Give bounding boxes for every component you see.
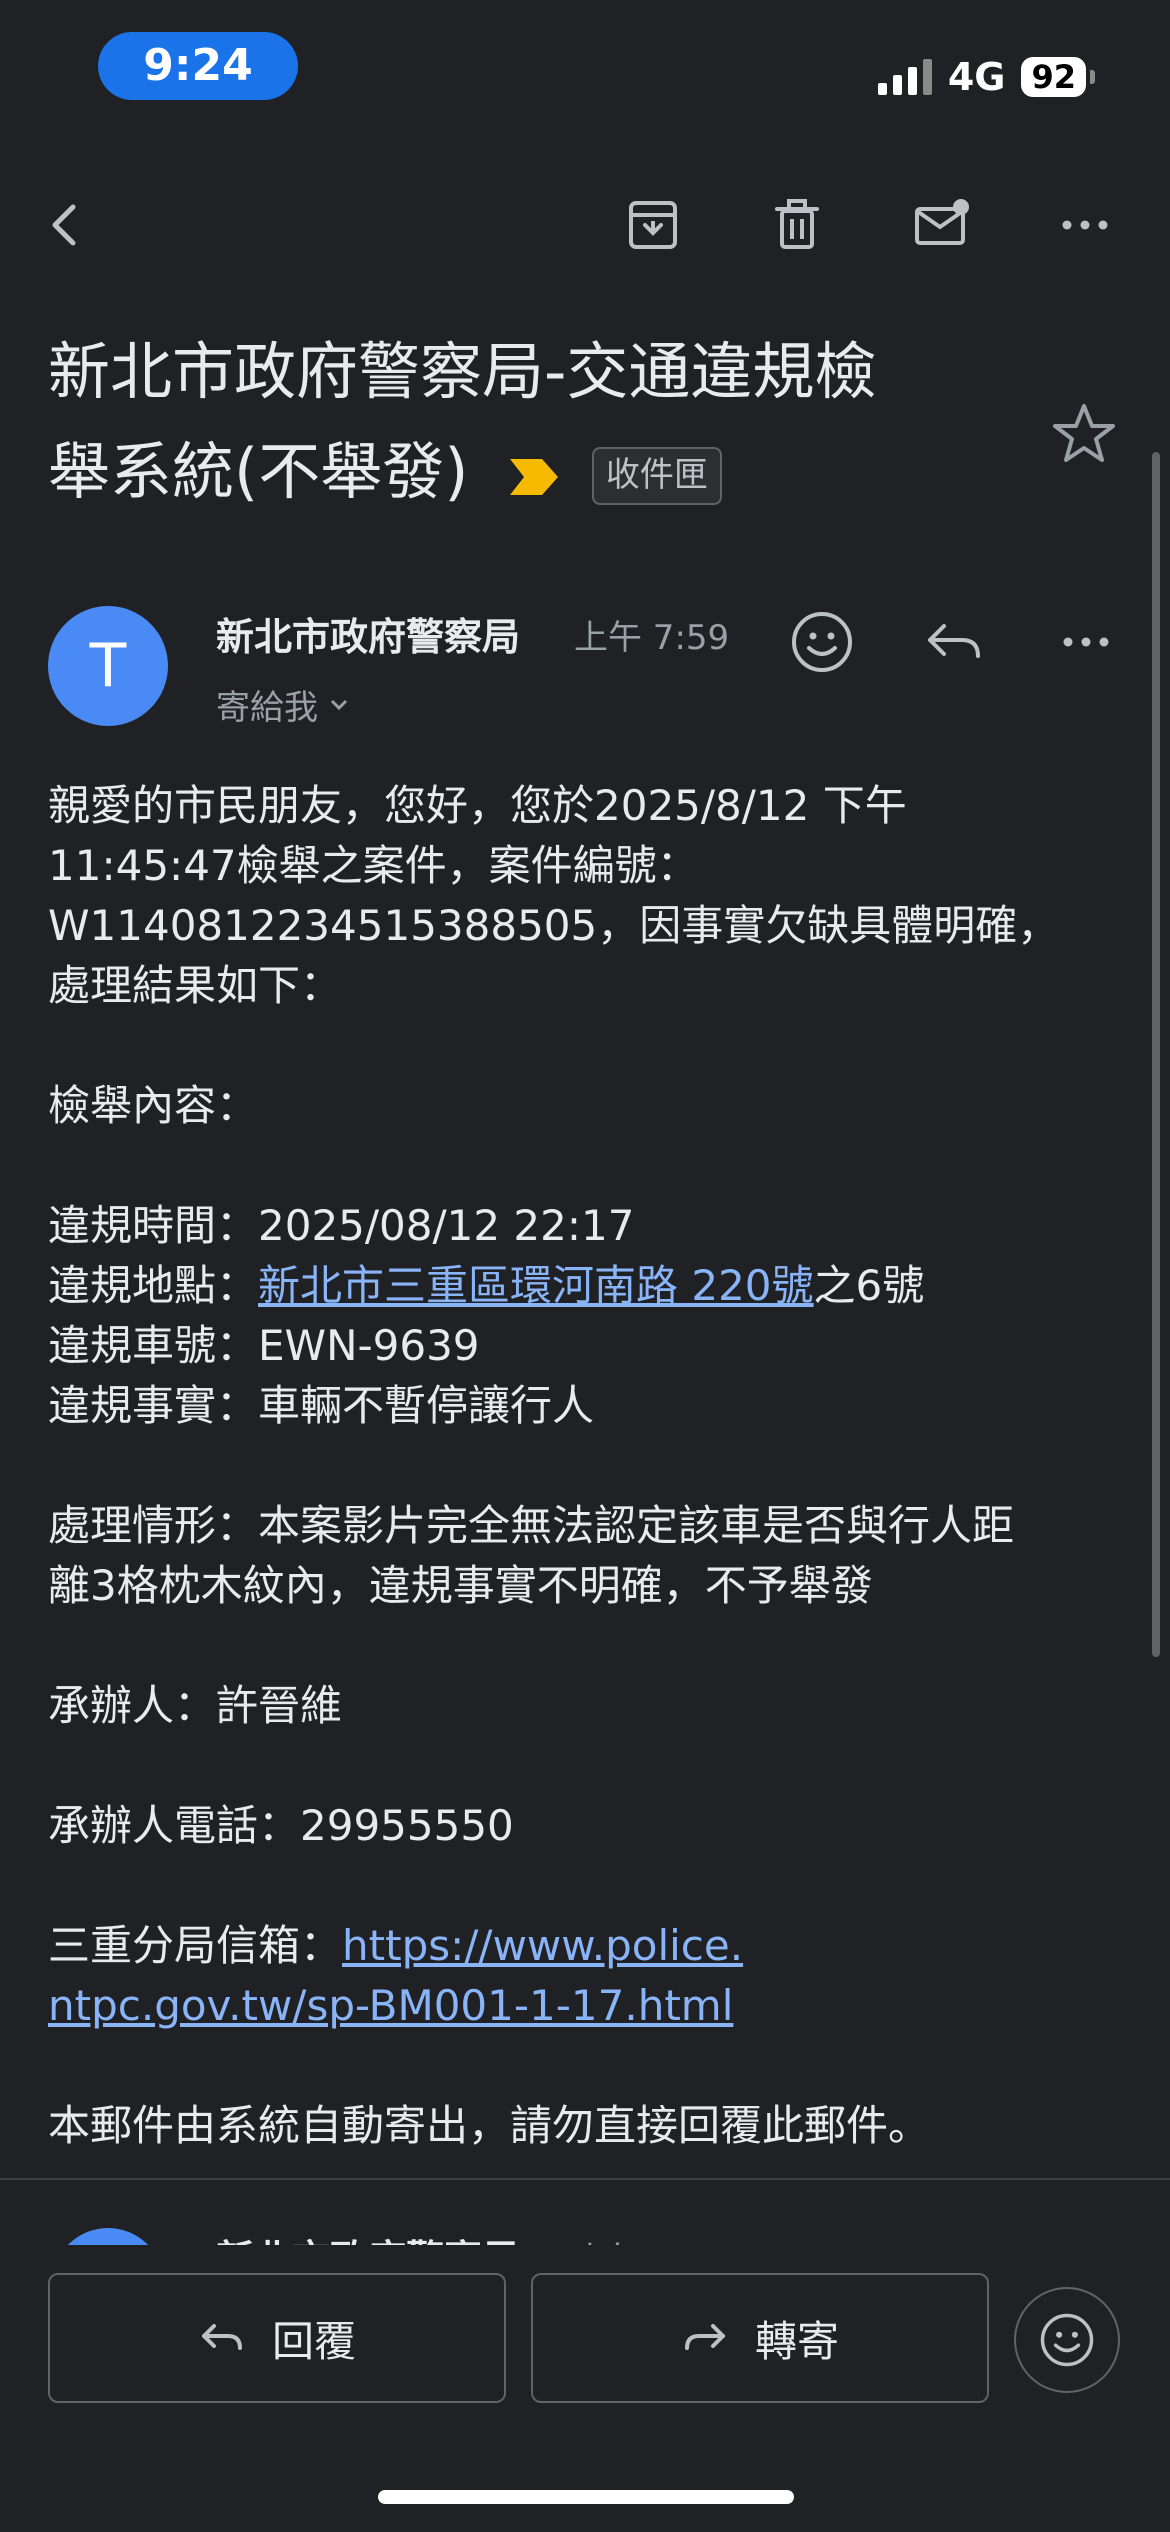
location-suffix: 之6號 bbox=[813, 1261, 925, 1310]
next-sent-time: 上午 8:00 bbox=[574, 2232, 729, 2245]
mail-unread-icon bbox=[915, 199, 969, 245]
email-body: 親愛的市民朋友，您好，您於2025/8/12 下午 11:45:47檢舉之案件，… bbox=[48, 776, 1128, 2156]
importance-marker-icon[interactable] bbox=[508, 426, 560, 526]
recipient-label: 寄給我 bbox=[216, 688, 318, 728]
bottom-action-bar: 回覆 轉寄 bbox=[0, 2245, 1170, 2532]
violation-time: 違規時間：2025/08/12 22:17 bbox=[48, 1201, 635, 1250]
star-icon bbox=[1053, 404, 1115, 462]
scrollbar[interactable] bbox=[1152, 452, 1160, 1657]
battery-icon: 92 bbox=[1021, 57, 1095, 97]
mark-unread-button[interactable] bbox=[906, 190, 976, 260]
archive-icon bbox=[629, 201, 677, 249]
signal-strength-icon bbox=[877, 59, 932, 95]
status-indicators: 4G 92 bbox=[877, 52, 1095, 102]
location-label: 違規地點： bbox=[48, 1261, 259, 1310]
battery-level: 92 bbox=[1021, 57, 1086, 97]
body-paragraph-line: W1140812234515388505，因事實欠缺具體明確， bbox=[48, 901, 1060, 950]
officer-phone: 承辦人電話：29955550 bbox=[48, 1801, 514, 1850]
emoji-icon bbox=[792, 612, 852, 672]
mailbox-line: 三重分局信箱：https://www.police. bbox=[48, 1916, 1128, 1976]
status-time: 9:24 bbox=[98, 32, 298, 100]
mailbox-line-2: ntpc.gov.tw/sp-BM001-1-17.html bbox=[48, 1976, 1128, 2036]
subject-line-1: 新北市政府警察局-交通違規檢 bbox=[48, 335, 877, 408]
recipient-details[interactable]: 寄給我 bbox=[216, 680, 352, 729]
sender-name[interactable]: 新北市政府警察局 bbox=[216, 606, 520, 661]
forward-icon bbox=[684, 2324, 725, 2350]
reply-button[interactable] bbox=[918, 606, 990, 678]
inbox-label-chip[interactable]: 收件匣 bbox=[591, 446, 722, 505]
add-reaction-button[interactable] bbox=[786, 606, 858, 678]
reply-icon bbox=[201, 2324, 242, 2350]
next-sender-name: 新北市政府警察局 bbox=[216, 2228, 520, 2245]
back-arrow-icon bbox=[52, 204, 76, 246]
mailbox-link-continued[interactable]: ntpc.gov.tw/sp-BM001-1-17.html bbox=[48, 1981, 733, 2030]
message-more-button[interactable] bbox=[1050, 606, 1122, 678]
network-type: 4G bbox=[947, 55, 1006, 99]
body-paragraph-line: 11:45:47檢舉之案件，案件編號： bbox=[48, 841, 699, 890]
violation-plate: 違規車號：EWN-9639 bbox=[48, 1321, 480, 1370]
mailbox-label: 三重分局信箱： bbox=[48, 1921, 343, 1970]
violation-location: 違規地點：新北市三重區環河南路 220號之6號 bbox=[48, 1256, 1128, 1316]
emoji-reaction-button[interactable] bbox=[1014, 2287, 1120, 2393]
more-horizontal-icon bbox=[1063, 637, 1109, 647]
subject-line-2: 舉系統(不舉發) bbox=[48, 435, 469, 508]
body-paragraph-line: 親愛的市民朋友，您好，您於2025/8/12 下午 bbox=[48, 781, 907, 830]
reply-label: 回覆 bbox=[271, 2316, 356, 2366]
home-indicator[interactable] bbox=[378, 2490, 794, 2504]
body-paragraph-line: 處理結果如下： bbox=[48, 961, 343, 1010]
mailbox-link[interactable]: https://www.police. bbox=[342, 1921, 743, 1970]
email-subject: 新北市政府警察局-交通違規檢 舉系統(不舉發) 收件匣 bbox=[48, 322, 1008, 526]
auto-send-notice: 本郵件由系統自動寄出，請勿直接回覆此郵件。 bbox=[48, 2101, 931, 2150]
sender-avatar[interactable]: T bbox=[48, 606, 168, 726]
officer-name: 承辦人：許晉維 bbox=[48, 1681, 343, 1730]
reply-icon bbox=[928, 624, 980, 658]
emoji-icon bbox=[1040, 2313, 1094, 2367]
report-content-label: 檢舉內容： bbox=[48, 1081, 259, 1130]
reply-action-button[interactable]: 回覆 bbox=[48, 2273, 506, 2403]
star-button[interactable] bbox=[1048, 398, 1120, 470]
next-sender-avatar bbox=[52, 2228, 164, 2245]
handling-status-line: 處理情形：本案影片完全無法認定該車是否與行人距 bbox=[48, 1501, 1015, 1550]
delete-button[interactable] bbox=[762, 190, 832, 260]
chevron-down-icon bbox=[330, 699, 348, 710]
forward-label: 轉寄 bbox=[754, 2316, 839, 2366]
archive-button[interactable] bbox=[618, 190, 688, 260]
next-message-preview[interactable]: 新北市政府警察局 上午 8:00 bbox=[0, 2180, 1170, 2245]
trash-icon bbox=[775, 199, 819, 249]
back-button[interactable] bbox=[30, 190, 100, 260]
sent-time: 上午 7:59 bbox=[574, 618, 730, 658]
more-horizontal-icon bbox=[1062, 220, 1108, 230]
forward-action-button[interactable]: 轉寄 bbox=[531, 2273, 989, 2403]
location-map-link[interactable]: 新北市三重區環河南路 220號 bbox=[258, 1261, 814, 1310]
more-options-button[interactable] bbox=[1050, 190, 1120, 260]
violation-fact: 違規事實：車輛不暫停讓行人 bbox=[48, 1381, 595, 1430]
handling-status-line: 離3格枕木紋內，違規事實不明確，不予舉發 bbox=[48, 1561, 873, 1610]
